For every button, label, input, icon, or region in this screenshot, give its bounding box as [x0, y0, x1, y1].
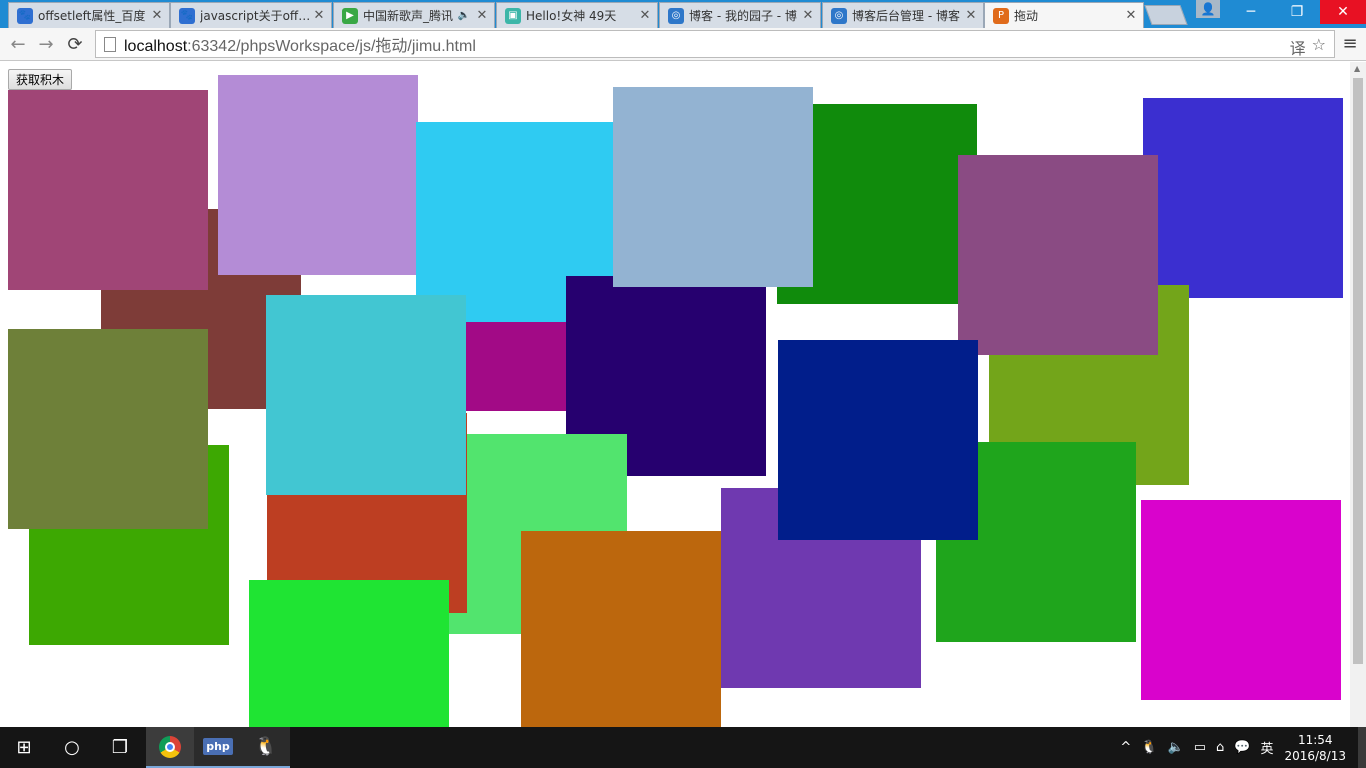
browser-toolbar: ← → ⟳ localhost:63342/phpsWorkspace/js/拖…	[0, 28, 1366, 61]
block-2[interactable]	[8, 90, 208, 290]
close-icon[interactable]: ✕	[311, 8, 327, 23]
notification-icon[interactable]: 💬	[1234, 740, 1250, 755]
paw-icon: 🐾	[17, 7, 33, 24]
network-icon[interactable]: ⌂	[1216, 740, 1224, 755]
tab-title: 拖动	[1014, 9, 1039, 23]
tab-title: javascript关于offse	[200, 9, 311, 23]
clock-date: 2016/8/13	[1284, 748, 1346, 763]
close-icon[interactable]: ✕	[800, 8, 816, 23]
php-icon: P	[993, 7, 1009, 24]
phpstorm-taskbar-icon[interactable]: php	[194, 727, 242, 768]
tray-expand-icon[interactable]: ^	[1120, 740, 1131, 755]
block-6[interactable]	[613, 87, 813, 287]
close-icon[interactable]: ✕	[474, 8, 490, 23]
close-icon[interactable]: ✕	[963, 8, 979, 23]
blog-icon: ◎	[831, 7, 847, 24]
volume-icon[interactable]: 🔈	[1168, 740, 1184, 755]
tab-title: 中国新歌声_腾讯	[363, 9, 454, 23]
tab-title: offsetleft属性_百度	[38, 9, 146, 23]
block-22[interactable]	[1141, 500, 1341, 700]
clock-time: 11:54	[1297, 732, 1333, 747]
taskbar: ⊞ ○ ❐ php 🐧 ^ 🐧 🔈 ▭ ⌂ 💬 英 11:54 2016/8/1…	[0, 727, 1366, 768]
reload-icon[interactable]: ⟳	[63, 32, 87, 56]
tab-drag[interactable]: P 拖动 ✕	[984, 2, 1144, 28]
minimize-icon[interactable]: ─	[1228, 0, 1274, 24]
tv-icon: ▣	[505, 7, 521, 24]
show-desktop-button[interactable]	[1358, 727, 1366, 768]
tab-blog-admin[interactable]: ◎ 博客后台管理 - 博客 ✕	[822, 2, 984, 28]
tab-title: Hello!女神 49天	[526, 9, 617, 23]
chrome-taskbar-icon[interactable]	[146, 727, 194, 768]
battery-icon[interactable]: ▭	[1194, 740, 1206, 755]
tab-strip: 🐾 offsetleft属性_百度 ✕ 🐾 javascript关于offse …	[0, 0, 1366, 28]
close-icon[interactable]: ✕	[637, 8, 653, 23]
tab-title: 博客 - 我的园子 - 博	[689, 9, 797, 23]
profile-icon[interactable]: 👤	[1196, 0, 1220, 18]
block-16[interactable]	[8, 329, 208, 529]
url-path: :63342/phpsWorkspace/js/拖动/jimu.html	[187, 38, 476, 55]
tab-hello-goddess[interactable]: ▣ Hello!女神 49天 ✕	[496, 2, 658, 28]
scroll-up-icon[interactable]: ▲	[1354, 64, 1360, 73]
search-icon[interactable]: ○	[48, 727, 96, 768]
block-3[interactable]	[218, 75, 418, 275]
paw-icon: 🐾	[179, 7, 195, 24]
system-tray: ^ 🐧 🔈 ▭ ⌂ 💬 英 11:54 2016/8/13	[1115, 727, 1366, 768]
qq-taskbar-icon[interactable]: 🐧	[242, 727, 290, 768]
maximize-icon[interactable]: ❐	[1274, 0, 1320, 24]
penguin-icon: 🐧	[254, 736, 278, 757]
close-icon[interactable]: ✕	[1123, 8, 1139, 23]
blog-icon: ◎	[668, 7, 684, 24]
block-8[interactable]	[1143, 98, 1343, 298]
scrollbar-thumb[interactable]	[1353, 78, 1363, 664]
tab-offsetleft[interactable]: 🐾 offsetleft属性_百度 ✕	[8, 2, 170, 28]
vertical-scrollbar[interactable]: ▲	[1350, 62, 1366, 727]
tab-music[interactable]: ▶ 中国新歌声_腾讯 🔈 ✕	[333, 2, 495, 28]
tab-title: 博客后台管理 - 博客	[852, 9, 960, 23]
address-bar[interactable]: localhost:63342/phpsWorkspace/js/拖动/jimu…	[95, 30, 1335, 58]
input-method-icon[interactable]: 英	[1260, 738, 1273, 757]
close-icon[interactable]: ✕	[149, 8, 165, 23]
translate-icon[interactable]: 译	[1290, 35, 1306, 59]
get-blocks-button[interactable]: 获取积木	[8, 69, 73, 90]
page-icon	[104, 36, 116, 52]
back-icon[interactable]: ←	[6, 32, 30, 56]
play-icon: ▶	[342, 7, 358, 24]
speaker-icon[interactable]: 🔈	[458, 10, 470, 21]
forward-icon[interactable]: →	[34, 32, 58, 56]
url-text[interactable]: localhost:63342/phpsWorkspace/js/拖动/jimu…	[124, 32, 476, 56]
tab-blog-garden[interactable]: ◎ 博客 - 我的园子 - 博 ✕	[659, 2, 821, 28]
windows-start-icon[interactable]: ⊞	[0, 727, 48, 768]
clock[interactable]: 11:54 2016/8/13	[1284, 732, 1346, 764]
block-14[interactable]	[266, 295, 466, 495]
new-tab-button[interactable]	[1144, 5, 1188, 25]
tab-javascript-offset[interactable]: 🐾 javascript关于offse ✕	[170, 2, 332, 28]
task-view-icon[interactable]: ❐	[96, 727, 144, 768]
php-icon: php	[203, 738, 233, 755]
page-viewport: 获取积木 ▲	[0, 62, 1366, 727]
menu-icon[interactable]: ≡	[1340, 33, 1360, 54]
block-17[interactable]	[249, 580, 449, 727]
qq-tray-icon[interactable]: 🐧	[1141, 740, 1157, 755]
chrome-icon	[159, 735, 181, 758]
block-10[interactable]	[958, 155, 1158, 355]
block-20[interactable]	[778, 340, 978, 540]
star-icon[interactable]: ☆	[1312, 35, 1326, 59]
window-close-icon[interactable]: ✕	[1320, 0, 1366, 24]
block-18[interactable]	[521, 531, 721, 727]
url-host: localhost	[124, 38, 188, 55]
